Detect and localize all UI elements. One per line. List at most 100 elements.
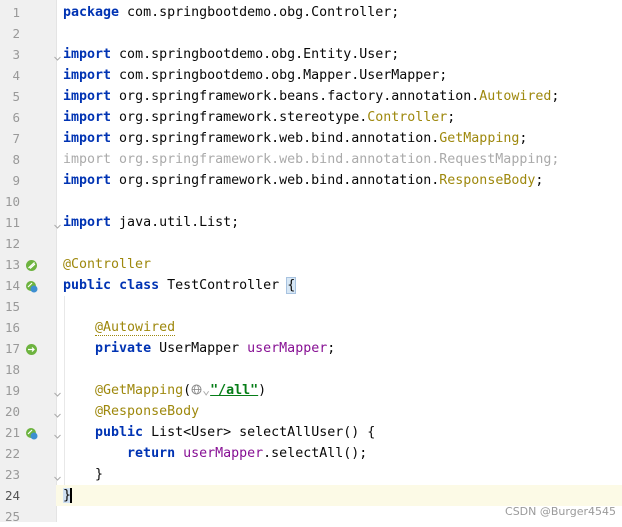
gutter-cell: 5	[0, 86, 56, 107]
code-token: org.springframework.web.bind.annotation.…	[111, 152, 560, 167]
code-token: return	[127, 446, 176, 461]
line-number: 15	[4, 299, 20, 314]
fold-marker-icon[interactable]	[53, 49, 62, 61]
code-editor[interactable]: 1 package com.springbootdemo.obg.Controll…	[0, 2, 622, 527]
code-line[interactable]: 15	[0, 296, 622, 317]
code-line[interactable]: 6 import org.springframework.stereotype.C…	[0, 107, 622, 128]
line-number: 14	[4, 278, 20, 293]
line-number: 21	[4, 425, 20, 440]
code-token: List<User> selectAllUser() {	[143, 425, 376, 440]
code-token: package	[63, 5, 120, 20]
code-token: TestController	[159, 278, 288, 293]
code-text: return userMapper.selectAll();	[63, 443, 367, 464]
line-number: 10	[4, 194, 20, 209]
code-line[interactable]: 9 import org.springframework.web.bind.ann…	[0, 170, 622, 191]
code-line[interactable]: 13 @Controller	[0, 254, 622, 275]
code-token: Controller	[367, 110, 448, 125]
gutter-cell: 3	[0, 44, 56, 65]
gutter-cell: 20	[0, 401, 56, 422]
code-text: import org.springframework.web.bind.anno…	[63, 170, 543, 191]
code-line[interactable]: 17 private UserMapper userMapper;	[0, 338, 622, 359]
code-token: import	[63, 215, 112, 230]
gutter-cell: 4	[0, 65, 56, 86]
code-line[interactable]: 5 import org.springframework.beans.factor…	[0, 86, 622, 107]
fold-marker-icon[interactable]	[53, 469, 62, 481]
line-number: 9	[12, 173, 20, 188]
code-token: com.springbootdemo.obg.Entity.User;	[111, 47, 400, 62]
code-token: import	[63, 68, 112, 83]
text-caret	[70, 487, 73, 503]
code-line[interactable]: 19 @GetMapping(⌄"/all")	[0, 380, 622, 401]
watermark: CSDN @Burger4545	[505, 505, 616, 518]
line-number: 20	[4, 404, 20, 419]
line-number: 17	[4, 341, 20, 356]
code-line[interactable]: 12	[0, 233, 622, 254]
code-token: import	[63, 173, 112, 188]
spring-web-icon[interactable]	[25, 279, 38, 293]
gutter-cell: 17	[0, 338, 56, 359]
code-token: )	[258, 383, 267, 398]
code-token: java.util.List;	[111, 215, 240, 230]
code-token: org.springframework.beans.factory.annota…	[111, 89, 480, 104]
request-mapping-icon[interactable]	[25, 426, 38, 440]
code-line[interactable]: 7 import org.springframework.web.bind.ann…	[0, 128, 622, 149]
fold-marker-icon[interactable]	[53, 406, 62, 418]
code-token: com.springbootdemo.obg.Controller;	[119, 5, 400, 20]
globe-icon[interactable]	[191, 381, 202, 395]
fold-marker-icon[interactable]	[53, 217, 62, 229]
code-text: public List<User> selectAllUser() {	[63, 422, 375, 443]
code-text: import com.springbootdemo.obg.Mapper.Use…	[63, 65, 447, 86]
fold-marker-icon[interactable]	[53, 385, 62, 397]
code-line[interactable]: 23 }	[0, 464, 622, 485]
code-line[interactable]: 18	[0, 359, 622, 380]
gutter-cell: 9	[0, 170, 56, 191]
code-line[interactable]: 14 public class TestController {	[0, 275, 622, 296]
code-token: userMapper	[247, 341, 328, 356]
gutter-cell: 23	[0, 464, 56, 485]
code-line[interactable]: 16 @Autowired	[0, 317, 622, 338]
gutter-cell: 19	[0, 380, 56, 401]
code-line[interactable]: 2	[0, 23, 622, 44]
injection-point-icon[interactable]	[25, 342, 38, 355]
line-number: 22	[4, 446, 20, 461]
gutter-cell: 14	[0, 275, 56, 296]
code-token: userMapper	[183, 446, 264, 461]
code-text: import com.springbootdemo.obg.Entity.Use…	[63, 44, 399, 65]
code-text: @GetMapping(⌄"/all")	[63, 380, 266, 401]
code-token: public	[63, 278, 112, 293]
code-line[interactable]: 3 import com.springbootdemo.obg.Entity.Us…	[0, 44, 622, 65]
code-line[interactable]: 22 return userMapper.selectAll();	[0, 443, 622, 464]
code-line[interactable]: 8 import org.springframework.web.bind.ann…	[0, 149, 622, 170]
gutter-cell: 10	[0, 191, 56, 212]
code-token: @Autowired	[95, 320, 176, 336]
line-number: 8	[12, 152, 20, 167]
code-line[interactable]: 10	[0, 191, 622, 212]
code-line[interactable]: 11 import java.util.List;	[0, 212, 622, 233]
code-token: ;	[519, 131, 528, 146]
fold-marker-icon[interactable]	[53, 427, 62, 439]
indent-guide	[64, 296, 65, 485]
code-token: @ResponseBody	[95, 404, 200, 419]
code-token: (	[183, 383, 192, 398]
gutter-cell: 25	[0, 506, 56, 527]
code-token: import	[63, 47, 112, 62]
code-text: @Controller	[63, 254, 151, 275]
line-number: 24	[4, 488, 20, 503]
code-text: public class TestController {	[63, 275, 297, 296]
line-number: 7	[12, 131, 20, 146]
code-text: package com.springbootdemo.obg.Controlle…	[63, 2, 399, 23]
code-line[interactable]: 20 @ResponseBody	[0, 401, 622, 422]
code-line[interactable]: 1 package com.springbootdemo.obg.Controll…	[0, 2, 622, 23]
bean-class-icon[interactable]	[25, 258, 38, 271]
code-text: import org.springframework.web.bind.anno…	[63, 128, 527, 149]
code-line[interactable]: 4 import com.springbootdemo.obg.Mapper.Us…	[0, 65, 622, 86]
code-line[interactable]: 24}	[0, 485, 622, 506]
code-token: ResponseBody	[439, 173, 536, 188]
code-line[interactable]: 21 public List<User> selectAllUser() {	[0, 422, 622, 443]
